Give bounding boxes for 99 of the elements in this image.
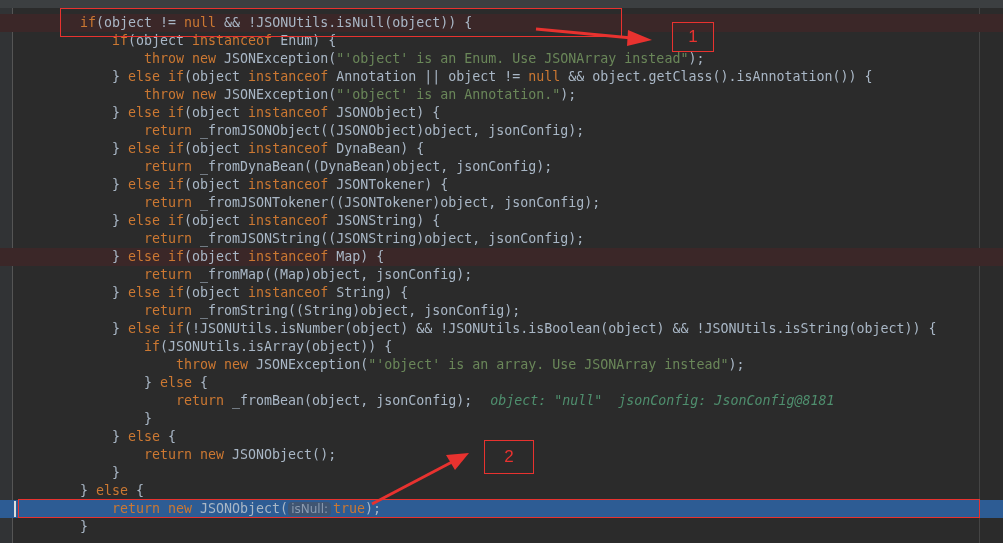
keyword: if	[144, 339, 160, 354]
code-text: JSONObject) {	[335, 105, 441, 120]
keyword: if	[80, 15, 96, 30]
keyword: if	[112, 33, 128, 48]
keyword: instanceof	[248, 285, 329, 300]
code-text: Map) {	[335, 249, 385, 264]
code-text: JSONObject();	[231, 447, 337, 462]
code-text: }	[80, 483, 89, 498]
code-text: (object	[184, 249, 242, 264]
code-text: (object	[184, 177, 242, 192]
code-text: }	[112, 213, 121, 228]
string-literal: "'object' is an Enum. Use JSONArray instead"	[336, 51, 689, 66]
code-text: DynaBean) {	[335, 141, 425, 156]
code-text: }	[144, 411, 152, 426]
code-text: }	[112, 285, 121, 300]
keyword: null	[528, 69, 561, 84]
code-text: JSONString) {	[335, 213, 441, 228]
code-text: }	[112, 177, 121, 192]
annotation-label: 2	[484, 440, 534, 474]
keyword: instanceof	[248, 213, 329, 228]
string-literal: "'object' is an Annotation."	[336, 87, 561, 102]
keyword: true	[333, 501, 366, 516]
text-caret	[14, 501, 16, 517]
keyword: else if	[128, 249, 185, 264]
code-text: && object.getClass().isAnnotation()) {	[567, 69, 873, 84]
code-text: && !JSONUtils.isNull(object)) {	[223, 15, 473, 30]
code-text: (object	[184, 69, 242, 84]
code-text: }	[112, 465, 120, 480]
code-text: JSONException(	[223, 51, 337, 66]
code-text: _fromMap((Map)object, jsonConfig);	[199, 267, 473, 282]
keyword: instanceof	[248, 69, 329, 84]
code-text: (object	[184, 105, 242, 120]
code-text: (object	[184, 141, 242, 156]
code-text: JSONObject(	[199, 501, 289, 516]
code-text: );	[365, 501, 382, 516]
keyword: return	[144, 159, 193, 174]
code-text: );	[560, 87, 577, 102]
keyword: return	[144, 123, 193, 138]
code-text: _fromJSONTokener((JSONTokener)object, jsonConfig);	[199, 195, 601, 210]
keyword: return	[176, 393, 225, 408]
keyword: throw new	[144, 51, 217, 66]
keyword: else if	[128, 141, 185, 156]
keyword: throw new	[144, 87, 217, 102]
code-text: _fromBean(object, jsonConfig);	[231, 393, 473, 408]
code-text: }	[112, 321, 121, 336]
keyword: else if	[128, 177, 185, 192]
code-text: JSONException(	[255, 357, 369, 372]
code-text: }	[80, 519, 88, 534]
annotation-label: 1	[672, 22, 714, 52]
code-text: (!JSONUtils.isNumber(object) && !JSONUtils.isBoolean(object) && !JSONUtils.isString(object)) {	[184, 321, 937, 336]
code-text: (object !=	[96, 15, 178, 30]
keyword: else if	[128, 105, 185, 120]
code-text: String) {	[335, 285, 409, 300]
keyword: instanceof	[248, 249, 329, 264]
keyword: return	[144, 303, 193, 318]
keyword: instanceof	[192, 33, 273, 48]
code-text: (object	[184, 213, 242, 228]
code-text: _fromDynaBean((DynaBean)object, jsonConfig);	[199, 159, 553, 174]
keyword: return new	[144, 447, 225, 462]
keyword: else if	[128, 321, 185, 336]
code-text: Enum) {	[279, 33, 337, 48]
code-text: }	[112, 69, 121, 84]
keyword: else	[128, 429, 161, 444]
code-text: );	[728, 357, 745, 372]
keyword: else if	[128, 285, 185, 300]
code-text: _fromString((String)object, jsonConfig);	[199, 303, 521, 318]
keyword: else if	[128, 213, 185, 228]
keyword: else	[160, 375, 193, 390]
keyword: else if	[128, 69, 185, 84]
keyword: return	[144, 195, 193, 210]
keyword: return new	[112, 501, 193, 516]
debug-value-hint: object: "null" jsonConfig: JsonConfig@8181	[490, 393, 835, 408]
code-text: (JSONUtils.isArray(object)) {	[160, 339, 393, 354]
code-text: }	[112, 141, 121, 156]
code-text: }	[112, 105, 121, 120]
code-text: JSONTokener) {	[335, 177, 449, 192]
code-text: {	[199, 375, 209, 390]
string-literal: "'object' is an array. Use JSONArray instead"	[368, 357, 729, 372]
code-text: Annotation || object !=	[335, 69, 522, 84]
keyword: instanceof	[248, 105, 329, 120]
code-text: }	[144, 375, 153, 390]
keyword: instanceof	[248, 177, 329, 192]
code-text: {	[135, 483, 145, 498]
code-text: );	[688, 51, 705, 66]
code-text: (object	[184, 285, 242, 300]
code-text: _fromJSONString((JSONString)object, jsonConfig);	[199, 231, 585, 246]
code-text: _fromJSONObject((JSONObject)object, jsonConfig);	[199, 123, 585, 138]
code-text: }	[112, 429, 121, 444]
keyword: instanceof	[248, 141, 329, 156]
code-text: (object	[128, 33, 186, 48]
parameter-hint: isNull:	[288, 502, 332, 516]
code-text: {	[167, 429, 177, 444]
keyword: throw new	[176, 357, 249, 372]
keyword: return	[144, 267, 193, 282]
keyword: return	[144, 231, 193, 246]
keyword: else	[96, 483, 129, 498]
code-text: }	[112, 249, 121, 264]
keyword: null	[184, 15, 217, 30]
code-text: JSONException(	[223, 87, 337, 102]
